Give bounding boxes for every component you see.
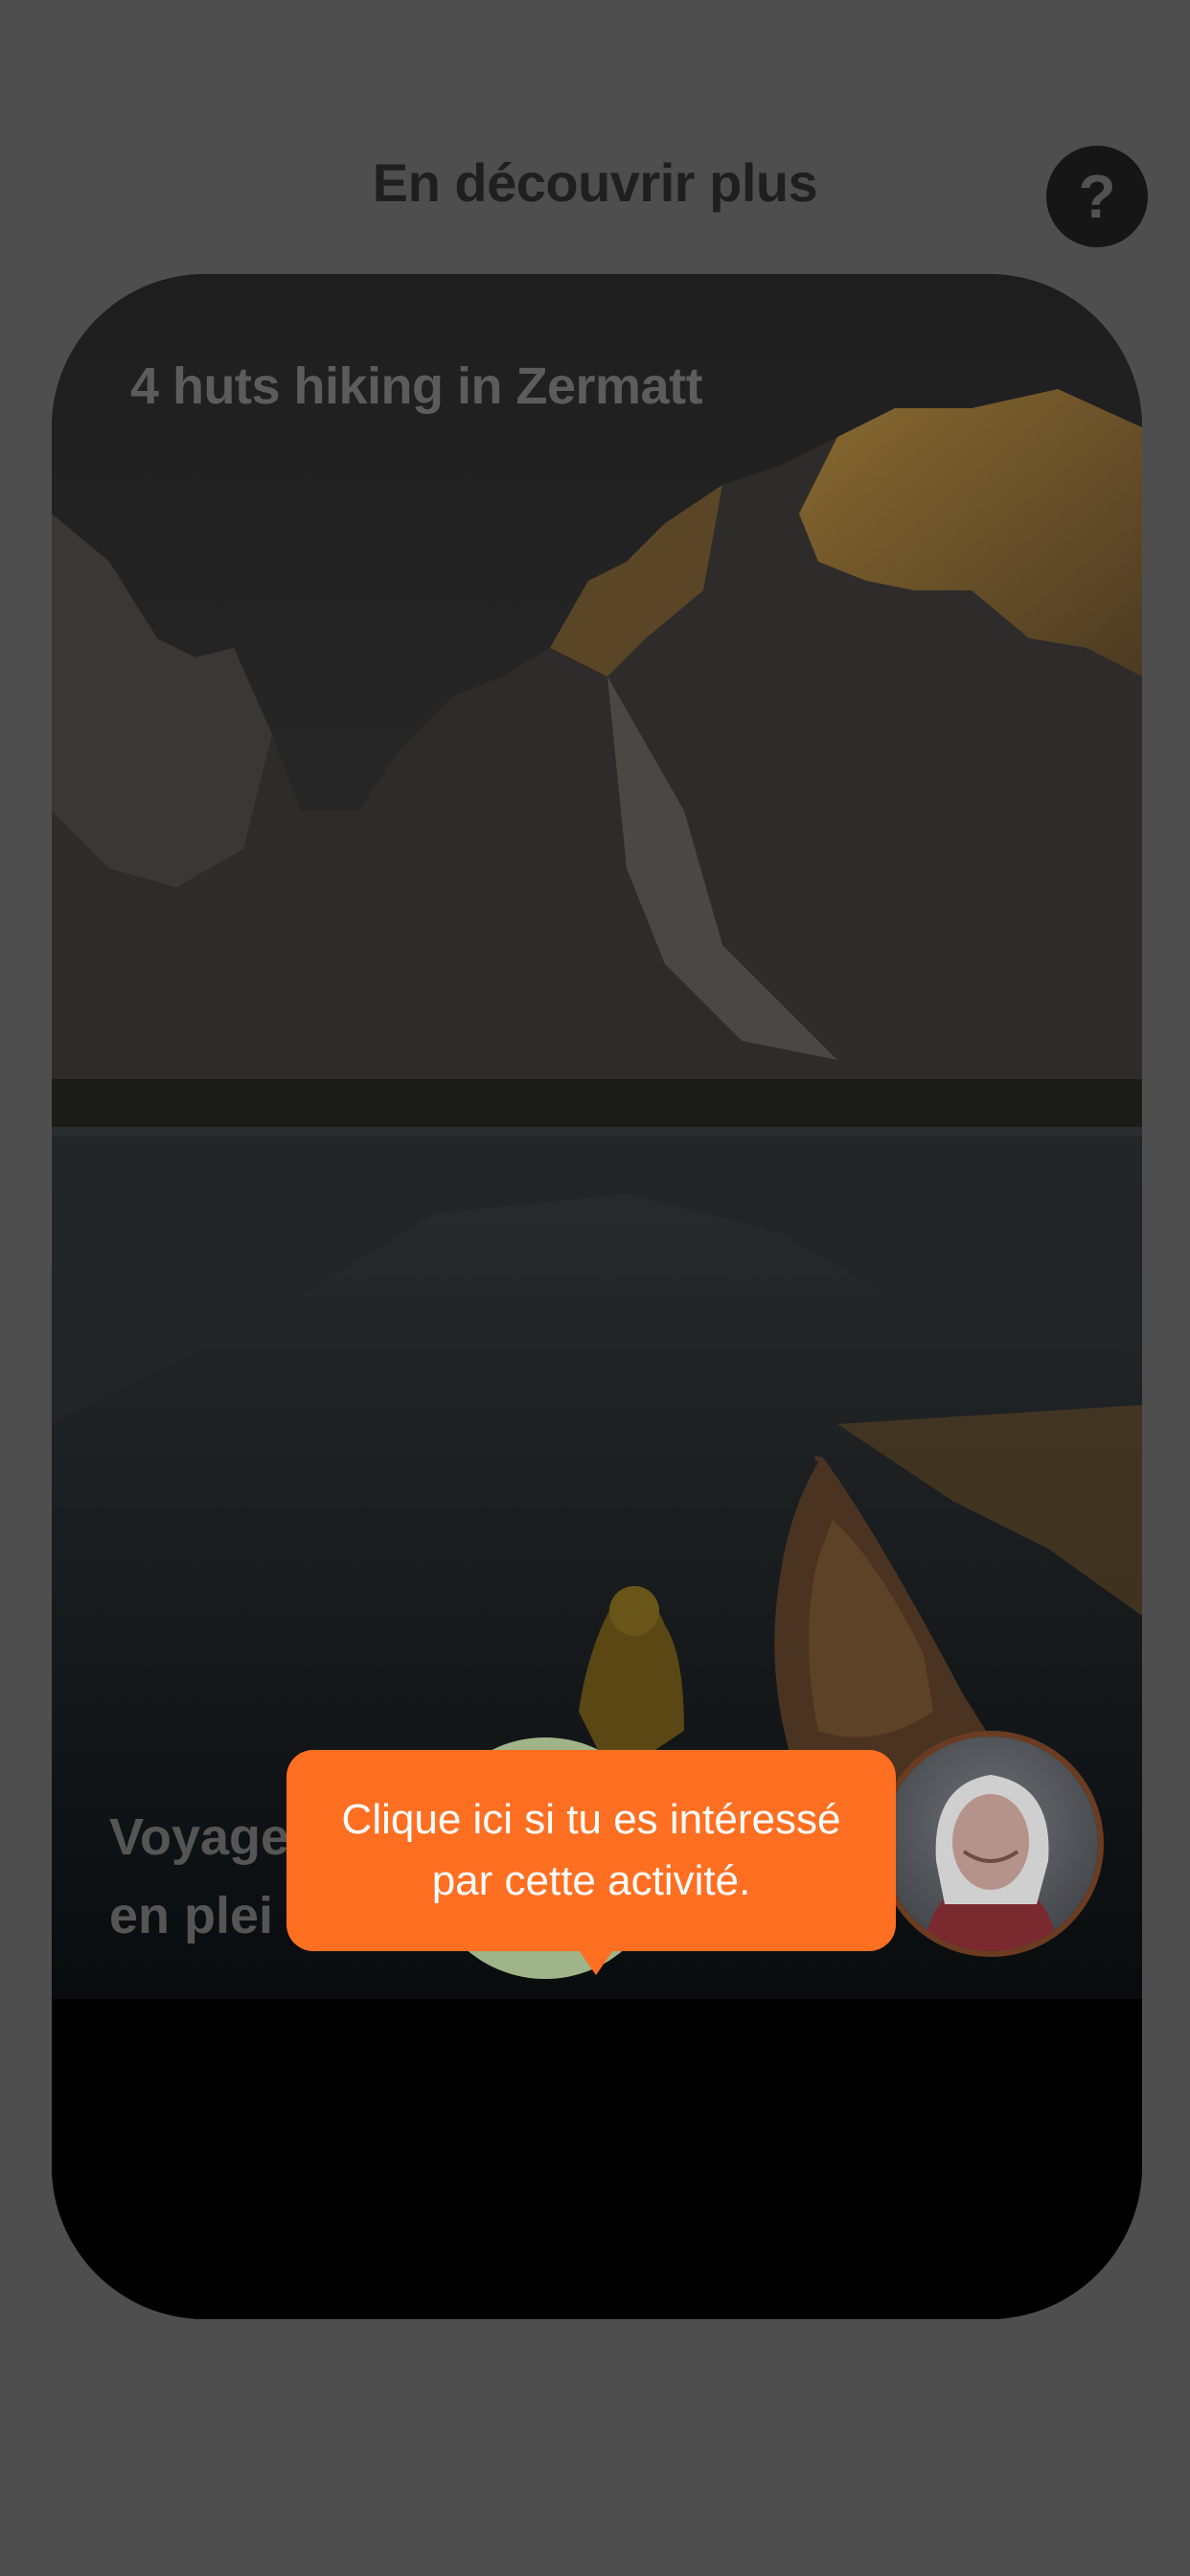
host-avatar[interactable] [878,1731,1104,1957]
help-button[interactable]: ? [1046,146,1148,247]
card-title: 4 huts hiking in Zermatt [130,357,703,415]
page-title: En découvrir plus [372,152,818,213]
tooltip-arrow [579,1950,613,1975]
card-photo [52,274,1142,2319]
onboarding-tooltip: Clique ici si tu es intéressé par cette … [286,1750,896,1951]
host-photo [883,1736,1098,1951]
activity-card[interactable]: 4 huts hiking in Zermatt Voyage en plei [52,274,1142,2319]
